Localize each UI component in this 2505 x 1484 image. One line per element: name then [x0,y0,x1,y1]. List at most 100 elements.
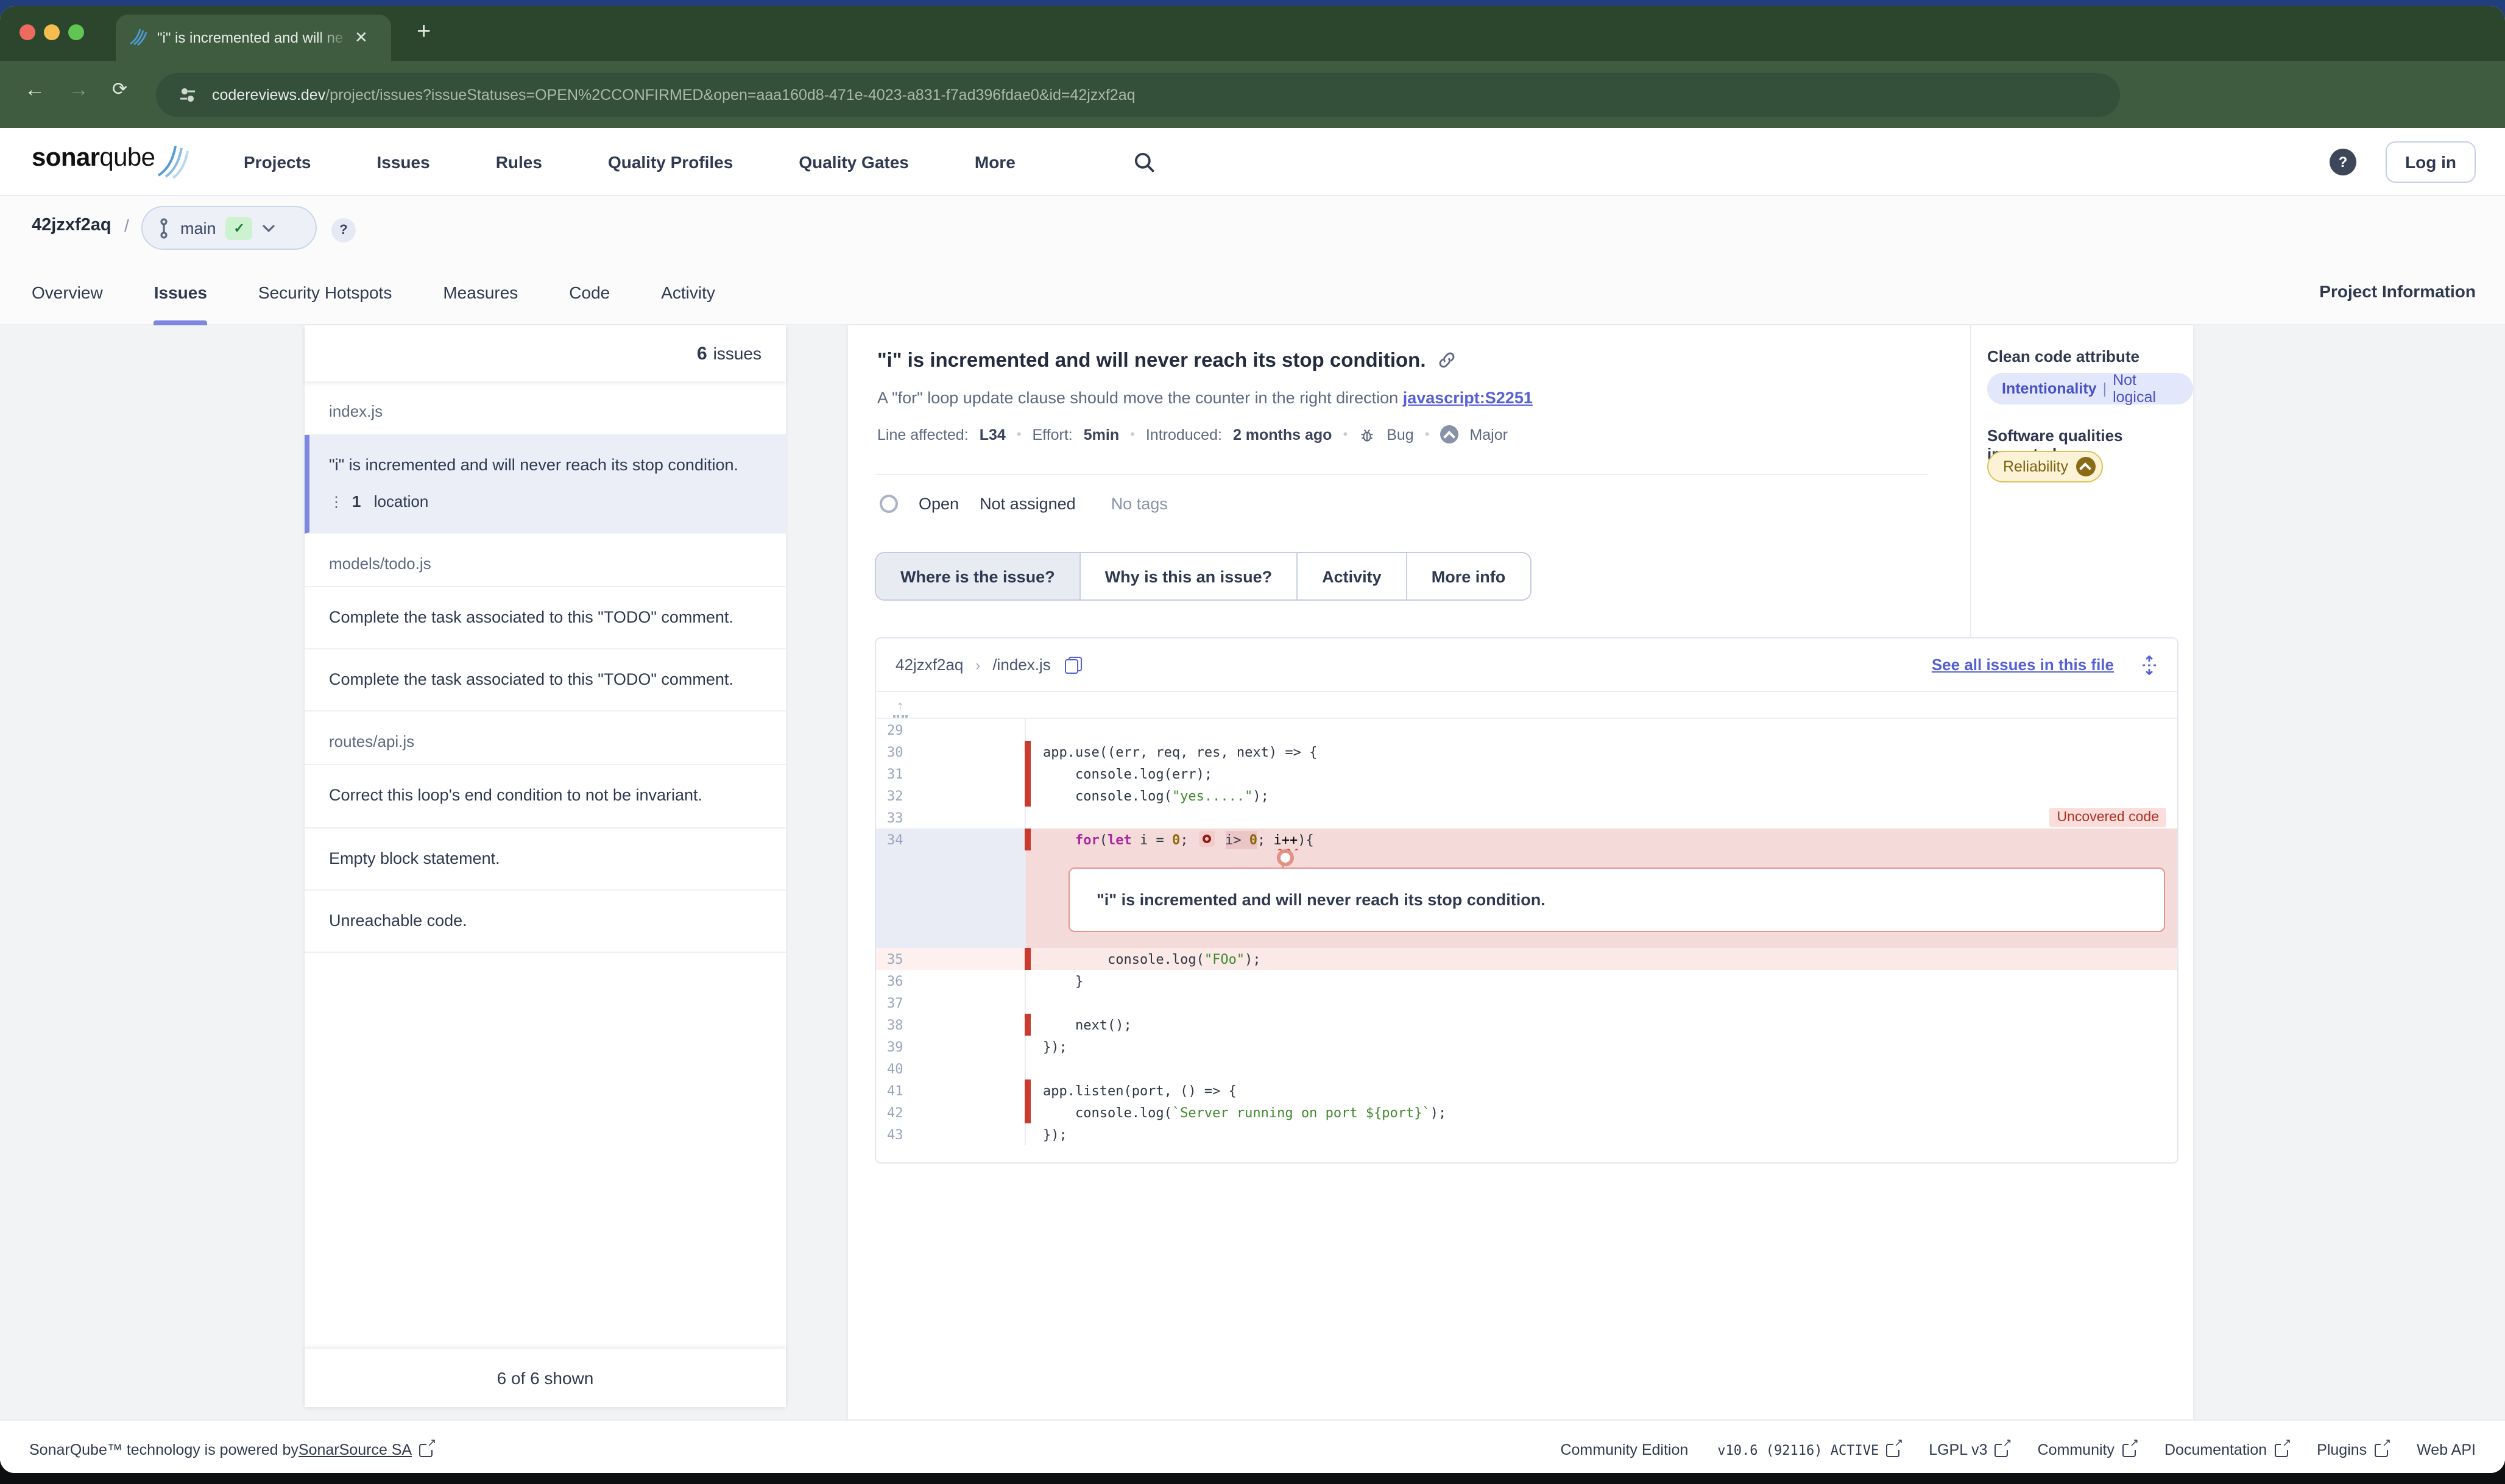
tab-code[interactable]: Code [569,260,610,325]
new-tab-button[interactable]: + [417,18,431,46]
external-link-icon [2122,1443,2135,1457]
code-line[interactable]: 34 for(let i = 0; i> 0; i++){ [876,829,2177,850]
code-line[interactable]: 42 console.log(`Server running on port $… [876,1101,2177,1123]
sonarsource-link[interactable]: SonarSource SA [299,1441,412,1458]
severity-major-icon [1440,425,1458,443]
code-line[interactable]: 33Uncovered code [876,807,2177,829]
code-line[interactable]: 31 console.log(err); [876,763,2177,785]
line-number[interactable]: 43 [876,1123,1025,1145]
nav-item-issues[interactable]: Issues [377,152,430,172]
sonarqube-logo[interactable]: sonarqube [32,144,191,180]
browser-tab[interactable]: "i" is incremented and will ne ✕ [116,15,391,61]
issue-severity: Major [1469,426,1508,443]
screen: "i" is incremented and will ne ✕ + ← → ⟳… [0,0,2505,1484]
tab-security-hotspots[interactable]: Security Hotspots [258,260,392,325]
line-number[interactable]: 40 [876,1058,1025,1079]
tab-activity[interactable]: Activity [661,260,715,325]
severity-medium-icon [2076,457,2095,476]
line-number[interactable]: 30 [876,741,1025,763]
reload-icon[interactable]: ⟳ [112,78,127,100]
permalink-icon[interactable] [1438,351,1457,369]
detail-tab-why-is-this-an-issue-[interactable]: Why is this an issue? [1081,553,1298,599]
forward-icon[interactable]: → [68,78,89,102]
rule-link[interactable]: javascript:S2251 [1403,389,1533,407]
issue-assignee[interactable]: Not assigned [980,495,1076,513]
line-number[interactable]: 42 [876,1101,1025,1123]
footer-link-community[interactable]: Community [2038,1441,2135,1458]
nav-item-quality-profiles[interactable]: Quality Profiles [608,152,733,172]
version-label: v10.6 (92116) ACTIVE [1717,1442,1879,1458]
code-crumb-project[interactable]: 42jzxf2aq [896,655,963,674]
code-line[interactable]: 36 } [876,970,2177,992]
issue-tags[interactable]: No tags [1111,495,1168,513]
issue-list-item[interactable]: "i" is incremented and will never reach … [305,435,786,534]
branch-selector[interactable]: main ✓ [141,206,317,250]
branch-help-icon[interactable]: ? [331,218,356,242]
nav-item-quality-gates[interactable]: Quality Gates [799,152,909,172]
web-api-link[interactable]: Web API [2417,1441,2476,1458]
address-bar[interactable]: codereviews.dev/project/issues?issueStat… [156,73,2120,117]
help-icon[interactable]: ? [2330,149,2356,175]
nav-item-rules[interactable]: Rules [496,152,542,172]
issue-list-item[interactable]: Unreachable code. [305,891,786,953]
detail-tab-where-is-the-issue-[interactable]: Where is the issue? [876,553,1081,599]
issue-list-item[interactable]: Complete the task associated to this "TO… [305,587,786,650]
footer-link-documentation[interactable]: Documentation [2164,1441,2288,1458]
close-window-button[interactable] [19,24,35,40]
code-crumb-file[interactable]: /index.js [992,655,1050,674]
tab-measures[interactable]: Measures [443,260,518,325]
search-icon[interactable] [1133,151,1156,174]
tab-issues[interactable]: Issues [154,260,207,325]
code-line[interactable]: 43}); [876,1123,2177,1145]
issue-list-item[interactable]: Complete the task associated to this "TO… [305,649,786,712]
line-number[interactable]: 31 [876,763,1025,785]
issue-location-icon[interactable] [1199,831,1215,847]
minimize-window-button[interactable] [44,24,60,40]
line-number[interactable]: 41 [876,1079,1025,1101]
line-number[interactable]: 39 [876,1036,1025,1058]
code-line[interactable]: 41app.listen(port, () => { [876,1079,2177,1101]
expand-up-icon[interactable]: ↑ [893,699,907,718]
footer-link-plugins[interactable]: Plugins [2317,1441,2387,1458]
line-number[interactable]: 33 [876,807,1025,829]
code-line[interactable]: 29 [876,719,2177,741]
copy-path-icon[interactable] [1065,656,1083,673]
nav-item-more[interactable]: More [975,152,1016,172]
code-line[interactable]: 32 console.log("yes....."); [876,785,2177,807]
detail-tab-more-info[interactable]: More info [1407,553,1530,599]
line-number[interactable]: 35 [876,948,1025,970]
issue-list-item[interactable]: Empty block statement. [305,828,786,891]
code-line[interactable]: 38 next(); [876,1014,2177,1036]
expand-lines-icon[interactable] [2141,655,2158,674]
issue-status[interactable]: Open [919,495,959,513]
nav-item-projects[interactable]: Projects [244,152,311,172]
clean-code-attribute-badge[interactable]: Intentionality|Not logical [1987,373,2193,405]
line-number[interactable]: 34 [876,829,1025,850]
project-information-link[interactable]: Project Information [2319,281,2476,301]
reliability-badge[interactable]: Reliability [1987,451,2102,482]
footer-link-lgpl-v3[interactable]: LGPL v3 [1929,1441,2008,1458]
main-nav: Projects Issues Rules Quality Profiles Quali… [244,128,1016,196]
line-number[interactable]: 32 [876,785,1025,807]
tab-close-icon[interactable]: ✕ [355,28,368,48]
project-key[interactable]: 42jzxf2aq [32,216,111,235]
code-line[interactable]: 37 [876,992,2177,1014]
line-number[interactable]: 38 [876,1014,1025,1036]
site-settings-icon[interactable] [178,85,197,105]
code-line[interactable]: 39}); [876,1036,2177,1058]
line-number[interactable]: 36 [876,970,1025,992]
code-line[interactable]: 30app.use((err, req, res, next) => { [876,741,2177,763]
status-open-icon[interactable] [880,495,898,513]
issue-list-item[interactable]: Correct this loop's end condition to not… [305,766,786,829]
line-number[interactable]: 37 [876,992,1025,1014]
issue-callout[interactable]: "i" is incremented and will never reach … [1069,867,2165,932]
see-all-issues-link[interactable]: See all issues in this file [1932,655,2114,674]
code-line[interactable]: 40 [876,1058,2177,1079]
zoom-window-button[interactable] [68,24,84,40]
login-button[interactable]: Log in [2386,141,2476,183]
tab-overview[interactable]: Overview [32,260,103,325]
back-icon[interactable]: ← [24,78,45,102]
code-line[interactable]: 35 console.log("FOo"); [876,948,2177,970]
detail-tab-activity[interactable]: Activity [1298,553,1407,599]
line-number[interactable]: 29 [876,719,1025,741]
